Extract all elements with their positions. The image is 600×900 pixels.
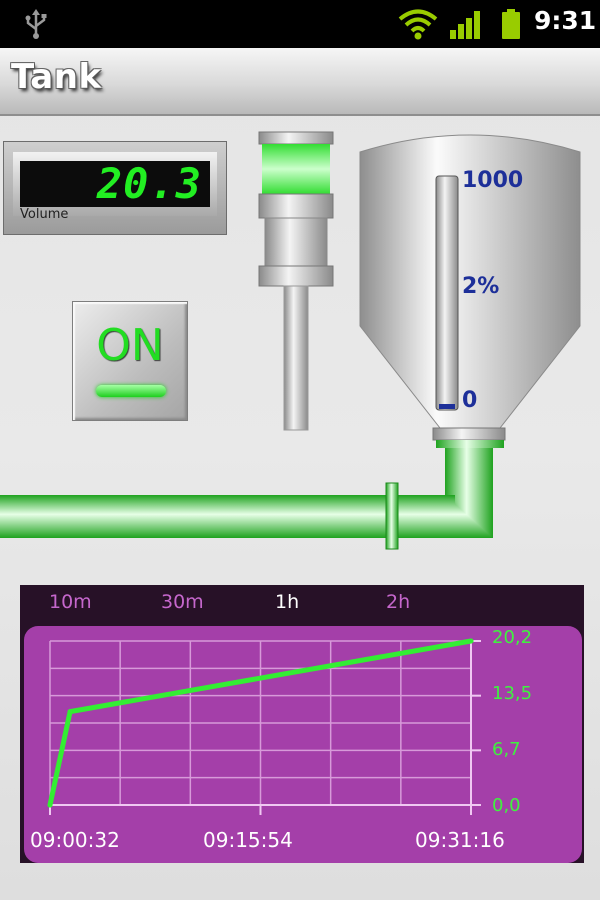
wifi-icon [398, 9, 438, 40]
x-tick-label: 09:15:54 [203, 828, 293, 852]
tank-fill-percent: 2% [462, 274, 500, 299]
tank-scale-min: 0 [462, 388, 478, 413]
valve-body [258, 193, 334, 219]
valve [258, 131, 334, 431]
signal-icon [450, 11, 480, 39]
valve-indicator-light [262, 144, 330, 194]
data-point [67, 709, 73, 715]
tank-level-gauge [435, 175, 459, 411]
tab-2h[interactable]: 2h [386, 591, 410, 613]
tank-scale-max: 1000 [462, 168, 524, 193]
data-point [47, 802, 53, 808]
pipe-flange [385, 482, 399, 550]
tank-outlet-coupling [436, 440, 504, 448]
y-tick-label: 13,5 [492, 683, 533, 704]
y-tick-label: 6,7 [492, 739, 521, 760]
x-tick-label: 09:31:16 [415, 828, 505, 852]
usb-icon [25, 9, 47, 39]
clock-time: 9:31 [534, 6, 597, 35]
pipe-vertical-segment [445, 448, 493, 500]
pipe [0, 440, 504, 550]
valve-top-flange [258, 131, 334, 145]
tab-10m[interactable]: 10m [49, 591, 92, 613]
tank-level-fill [439, 404, 455, 409]
tank-outlet-flange [432, 427, 506, 441]
valve-bottom-flange [258, 265, 334, 287]
y-tick-label: 0,0 [492, 795, 521, 816]
page-title: Tank [11, 57, 102, 97]
valve-stem [283, 285, 309, 431]
battery-icon [502, 9, 520, 39]
status-bar: 9:31 [0, 0, 600, 48]
tab-1h[interactable]: 1h [275, 591, 299, 613]
y-tick-label: 20,2 [492, 627, 533, 648]
data-point [468, 638, 474, 644]
valve-body-lower [264, 217, 328, 269]
title-bar: Tank [0, 48, 600, 116]
x-tick-label: 09:00:32 [30, 828, 120, 852]
tab-30m[interactable]: 30m [161, 591, 204, 613]
